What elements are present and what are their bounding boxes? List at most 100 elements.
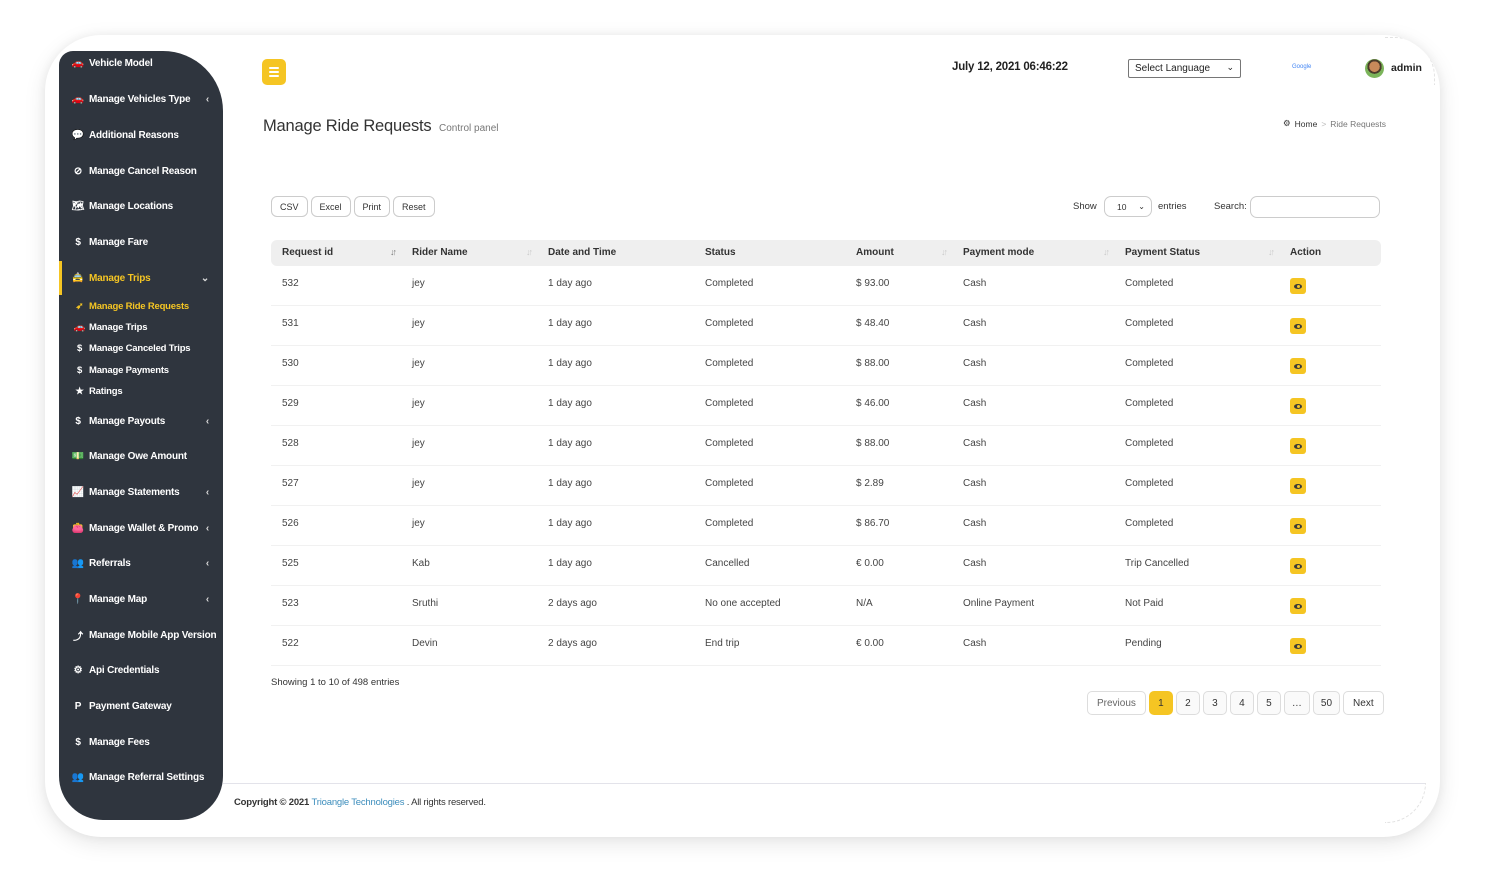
sidebar-item-manage-referral-settings[interactable]: 👥 Manage Referral Settings bbox=[59, 767, 223, 787]
view-button[interactable] bbox=[1290, 278, 1306, 294]
cell-status: Completed bbox=[705, 438, 754, 449]
cell-payment-status: Completed bbox=[1125, 398, 1174, 409]
eye-icon bbox=[1294, 603, 1302, 609]
search-input[interactable] bbox=[1250, 196, 1380, 218]
column-payment-mode[interactable]: Payment mode bbox=[963, 247, 1034, 258]
eye-icon bbox=[1294, 523, 1302, 529]
sort-icon[interactable]: ↓↑ bbox=[941, 247, 948, 257]
page-button-5[interactable]: 5 bbox=[1256, 691, 1281, 715]
sort-icon[interactable]: ↓↑ bbox=[1103, 247, 1110, 257]
view-button[interactable] bbox=[1290, 358, 1306, 374]
view-button[interactable] bbox=[1290, 638, 1306, 654]
column-date-time[interactable]: Date and Time bbox=[548, 247, 616, 258]
sidebar-item-manage-fare[interactable]: $ Manage Fare bbox=[59, 232, 223, 252]
column-rider-name[interactable]: Rider Name bbox=[412, 247, 468, 258]
column-request-id[interactable]: Request id bbox=[282, 247, 333, 258]
sidebar-subitem-ratings[interactable]: ★ Ratings bbox=[59, 383, 223, 399]
csv-button[interactable]: CSV bbox=[271, 196, 308, 217]
sidebar-subitem-manage-ride-requests[interactable]: ➶ Manage Ride Requests bbox=[59, 298, 223, 314]
cell-request-id: 522 bbox=[282, 638, 299, 649]
page-button-3[interactable]: 3 bbox=[1202, 691, 1227, 715]
sidebar-subitem-manage-trips[interactable]: 🚗 Manage Trips bbox=[59, 319, 223, 335]
sidebar-item-manage-cancel-reason[interactable]: ⊘ Manage Cancel Reason bbox=[59, 161, 223, 181]
decorative-curve bbox=[1385, 783, 1426, 823]
sidebar-item-manage-statements[interactable]: 📈 Manage Statements ‹ bbox=[59, 482, 223, 502]
sidebar-item-manage-wallet-and-promo[interactable]: 👛 Manage Wallet & Promo ‹ bbox=[59, 518, 223, 538]
view-button[interactable] bbox=[1290, 598, 1306, 614]
cell-payment-mode: Cash bbox=[963, 478, 987, 489]
cell-request-id: 523 bbox=[282, 598, 299, 609]
page-button-2[interactable]: 2 bbox=[1175, 691, 1200, 715]
sidebar-item-vehicle-model[interactable]: 🚗 Vehicle Model bbox=[59, 53, 223, 73]
sort-desc-icon[interactable]: ↓↑ bbox=[390, 247, 397, 257]
cell-amount: $ 86.70 bbox=[856, 518, 890, 529]
google-translate-logo: Google bbox=[1292, 64, 1312, 70]
sort-icon[interactable]: ↓↑ bbox=[526, 247, 533, 257]
page-length-select[interactable]: 10 ⌄ bbox=[1104, 196, 1152, 217]
sidebar-item-additional-reasons[interactable]: 💬 Additional Reasons bbox=[59, 125, 223, 145]
chevron-down-icon: ⌄ bbox=[200, 272, 209, 284]
next-page-button[interactable]: Next bbox=[1343, 691, 1384, 715]
cell-date-time: 2 days ago bbox=[548, 638, 597, 649]
view-button[interactable] bbox=[1290, 318, 1306, 334]
print-button[interactable]: Print bbox=[353, 196, 391, 217]
cell-amount: $ 93.00 bbox=[856, 278, 890, 289]
sidebar-subitem-manage-payments[interactable]: $ Manage Payments bbox=[59, 362, 223, 378]
sidebar-item-label: Manage Mobile App Version bbox=[89, 629, 217, 641]
page-button-50[interactable]: 50 bbox=[1312, 691, 1341, 715]
sidebar-item-label: Manage Cancel Reason bbox=[89, 165, 197, 177]
page-button-1[interactable]: 1 bbox=[1148, 691, 1173, 715]
view-button[interactable] bbox=[1290, 558, 1306, 574]
sidebar-item-manage-mobile-app-version[interactable]: ⤴ Manage Mobile App Version bbox=[59, 625, 223, 645]
cell-payment-mode: Cash bbox=[963, 638, 987, 649]
page-button-4[interactable]: 4 bbox=[1229, 691, 1254, 715]
map-icon: 🗺 bbox=[71, 200, 85, 212]
sidebar-subitem-manage-canceled-trips[interactable]: $ Manage Canceled Trips bbox=[59, 340, 223, 356]
upload-icon: ⤴ bbox=[73, 631, 83, 643]
breadcrumb-home[interactable]: Home bbox=[1295, 119, 1318, 129]
cell-status: Completed bbox=[705, 278, 754, 289]
cell-payment-mode: Cash bbox=[963, 558, 987, 569]
sidebar-item-manage-locations[interactable]: 🗺 Manage Locations bbox=[59, 196, 223, 216]
reset-button[interactable]: Reset bbox=[393, 196, 435, 217]
excel-button[interactable]: Excel bbox=[310, 196, 351, 217]
view-button[interactable] bbox=[1290, 518, 1306, 534]
language-select-value: Select Language bbox=[1135, 63, 1211, 74]
sidebar-item-label: Api Credentials bbox=[89, 664, 160, 676]
sidebar-item-manage-map[interactable]: 📍 Manage Map ‹ bbox=[59, 589, 223, 609]
column-amount[interactable]: Amount bbox=[856, 247, 894, 258]
sidebar-item-manage-owe-amount[interactable]: 💵 Manage Owe Amount bbox=[59, 446, 223, 466]
sidebar-item-manage-fees[interactable]: $ Manage Fees bbox=[59, 732, 223, 752]
app-frame: 🚗 Vehicle Model 🚗 Manage Vehicles Type ‹ 💬 Add… bbox=[45, 35, 1440, 837]
sidebar-item-referrals[interactable]: 👥 Referrals ‹ bbox=[59, 553, 223, 573]
view-button[interactable] bbox=[1290, 398, 1306, 414]
menu-toggle-button[interactable] bbox=[262, 59, 286, 85]
column-payment-status[interactable]: Payment Status bbox=[1125, 247, 1200, 258]
sidebar-item-manage-vehicles-type[interactable]: 🚗 Manage Vehicles Type ‹ bbox=[59, 89, 223, 109]
language-select[interactable]: Select Language ⌄ bbox=[1128, 59, 1241, 78]
sidebar-item-payment-gateway[interactable]: P Payment Gateway bbox=[59, 696, 223, 716]
sidebar-item-api-credentials[interactable]: ⚙ Api Credentials bbox=[59, 660, 223, 680]
hamburger-icon bbox=[269, 67, 279, 69]
avatar[interactable] bbox=[1365, 59, 1384, 78]
eye-icon bbox=[1294, 323, 1302, 329]
brand-link[interactable]: Trioangle Technologies bbox=[312, 797, 405, 808]
view-button[interactable] bbox=[1290, 438, 1306, 454]
sort-icon[interactable]: ↓↑ bbox=[1268, 247, 1275, 257]
view-button[interactable] bbox=[1290, 478, 1306, 494]
footer-divider bbox=[223, 783, 1426, 784]
chevron-left-icon: ‹ bbox=[205, 593, 209, 605]
sidebar-item-label: Referrals bbox=[89, 557, 131, 569]
wallet-icon: 👛 bbox=[71, 522, 85, 534]
page-ellipsis: … bbox=[1283, 691, 1310, 715]
cell-rider-name: Sruthi bbox=[412, 598, 439, 609]
cell-request-id: 531 bbox=[282, 318, 299, 329]
column-status[interactable]: Status bbox=[705, 247, 736, 258]
sidebar: 🚗 Vehicle Model 🚗 Manage Vehicles Type ‹ 💬 Add… bbox=[59, 51, 223, 820]
chevron-down-icon: ⌄ bbox=[1138, 202, 1145, 211]
sidebar-item-manage-payouts[interactable]: $ Manage Payouts ‹ bbox=[59, 411, 223, 431]
table-info: Showing 1 to 10 of 498 entries bbox=[271, 677, 400, 688]
previous-page-button[interactable]: Previous bbox=[1087, 691, 1146, 715]
sidebar-item-manage-trips[interactable]: 🚖 Manage Trips ⌄ bbox=[59, 261, 223, 295]
cell-date-time: 1 day ago bbox=[548, 318, 592, 329]
